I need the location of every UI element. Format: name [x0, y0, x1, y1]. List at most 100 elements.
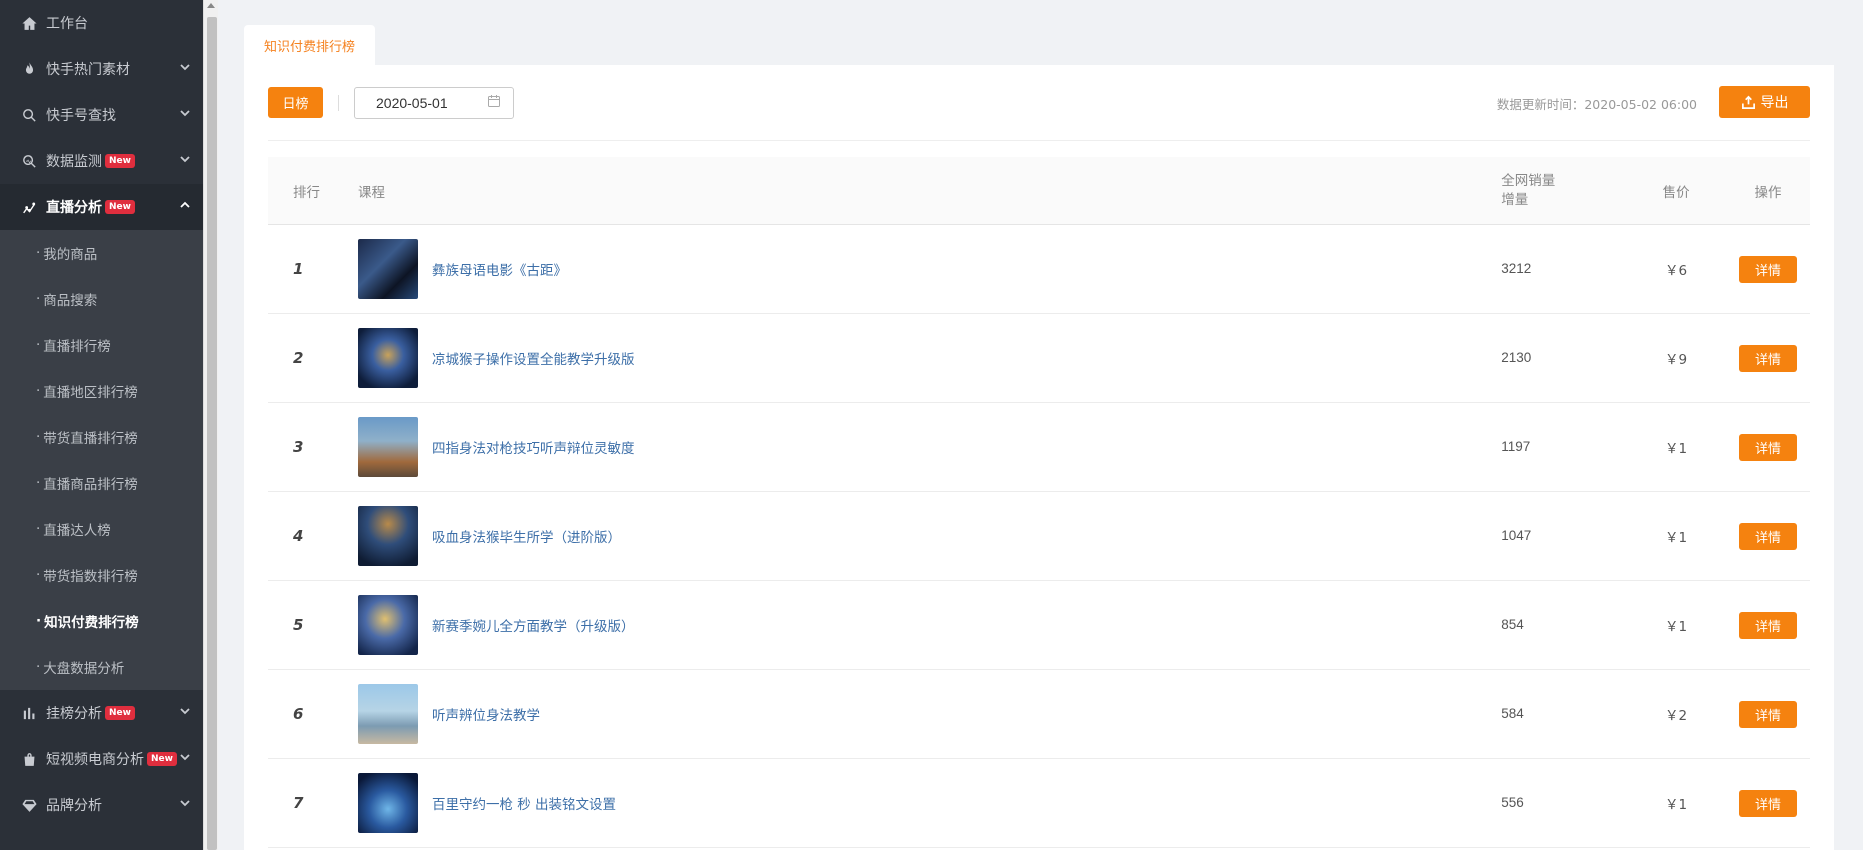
tab-bar: 知识付费排行榜	[244, 25, 1841, 65]
sub-item-region-ranking[interactable]: 直播地区排行榜	[0, 368, 203, 414]
sales-increment: 854	[1501, 617, 1524, 632]
tab-knowledge-paid-ranking[interactable]: 知识付费排行榜	[244, 25, 376, 65]
date-picker[interactable]: 2020-05-01	[354, 86, 514, 119]
detail-button[interactable]: 详情	[1739, 789, 1798, 817]
rank-number: 7	[293, 794, 304, 812]
daily-ranking-button[interactable]: 日榜	[268, 87, 323, 118]
chevron-down-icon	[179, 705, 191, 717]
course-title-link[interactable]: 四指身法对枪技巧听声辩位灵敏度	[432, 437, 635, 457]
calendar-icon	[487, 94, 501, 111]
new-badge: New	[105, 200, 135, 214]
course-thumbnail[interactable]	[357, 417, 418, 477]
diamond-icon	[20, 796, 38, 814]
detail-button[interactable]: 详情	[1739, 522, 1798, 550]
sidebar-item-label: 工作台	[46, 16, 88, 32]
course-title-link[interactable]: 彝族母语电影《古距》	[432, 259, 567, 279]
price: ￥9	[1665, 352, 1688, 368]
sales-increment: 2130	[1501, 350, 1532, 365]
new-badge: New	[105, 154, 135, 168]
course-title-link[interactable]: 新赛季婉儿全方面教学（升级版）	[432, 615, 635, 635]
header-sales: 全网销量 增量	[1501, 172, 1626, 210]
sub-item-influencer-ranking[interactable]: 直播达人榜	[0, 506, 203, 552]
rank-number: 3	[293, 438, 304, 456]
table-row: 2 凉城猴子操作设置全能教学升级版 2130 ￥9 详情	[268, 314, 1810, 403]
chevron-up-icon	[179, 199, 191, 211]
sidebar-item-account-search[interactable]: 快手号查找	[0, 92, 203, 138]
course-title-link[interactable]: 百里守约一枪 秒 出装铭文设置	[432, 793, 616, 813]
sidebar-item-data-monitor[interactable]: 数据监测 New	[0, 138, 203, 184]
course-thumbnail[interactable]	[357, 773, 418, 833]
sub-item-live-product-ranking[interactable]: 直播商品排行榜	[0, 460, 203, 506]
table-row: 7 百里守约一枪 秒 出装铭文设置 556 ￥1 详情	[268, 759, 1810, 848]
ranking-card: 日榜 2020-05-01 数据更新时间：2020-05-02 06:00 导出…	[244, 65, 1834, 850]
course-title-link[interactable]: 听声辨位身法教学	[432, 704, 540, 724]
sidebar-item-live-analysis[interactable]: 直播分析 New	[0, 184, 203, 230]
course-thumbnail[interactable]	[357, 239, 418, 299]
sidebar-item-brand-analysis[interactable]: 品牌分析	[0, 782, 203, 828]
sub-item-market-analysis[interactable]: 大盘数据分析	[0, 644, 203, 690]
header-sales-line1: 全网销量	[1501, 172, 1556, 189]
sidebar-item-label: 短视频电商分析	[46, 752, 144, 768]
table-row: 3 四指身法对枪技巧听声辩位灵敏度 1197 ￥1 详情	[268, 403, 1810, 492]
table-header: 排行 课程 全网销量 增量 售价 操作	[268, 157, 1810, 225]
sales-increment: 3212	[1501, 261, 1532, 276]
new-badge: New	[105, 706, 135, 720]
course-thumbnail[interactable]	[357, 595, 418, 655]
sub-item-sales-index-ranking[interactable]: 带货指数排行榜	[0, 552, 203, 598]
export-button[interactable]: 导出	[1719, 86, 1810, 118]
course-thumbnail[interactable]	[357, 506, 418, 566]
sub-item-live-ranking[interactable]: 直播排行榜	[0, 322, 203, 368]
toolbar: 日榜 2020-05-01 数据更新时间：2020-05-02 06:00 导出	[268, 65, 1810, 141]
sales-increment: 1197	[1501, 439, 1531, 454]
detail-button[interactable]: 详情	[1739, 255, 1798, 283]
header-course: 课程	[357, 184, 385, 201]
sidebar: 工作台 快手热门素材 快手号查找 数据监测 New 直播分析 New 我的商品 …	[0, 0, 203, 850]
detail-button[interactable]: 详情	[1739, 700, 1798, 728]
course-thumbnail[interactable]	[357, 328, 418, 388]
header-price: 售价	[1662, 184, 1690, 201]
price: ￥1	[1665, 797, 1688, 813]
sidebar-item-hot-material[interactable]: 快手热门素材	[0, 46, 203, 92]
chevron-down-icon	[179, 797, 191, 809]
bar-chart-icon	[20, 704, 38, 722]
fire-icon	[20, 60, 38, 78]
scrollbar-thumb[interactable]	[207, 17, 217, 850]
sidebar-item-label: 品牌分析	[46, 798, 102, 814]
header-operation: 操作	[1754, 184, 1782, 201]
live-analysis-submenu: 我的商品 商品搜索 直播排行榜 直播地区排行榜 带货直播排行榜 直播商品排行榜 …	[0, 230, 203, 690]
rank-number: 6	[293, 705, 304, 723]
detail-button[interactable]: 详情	[1739, 611, 1798, 639]
search-icon	[20, 106, 38, 124]
main-content: 知识付费排行榜 日榜 2020-05-01 数据更新时间：2020-05-02 …	[244, 25, 1841, 850]
sub-item-sales-live-ranking[interactable]: 带货直播排行榜	[0, 414, 203, 460]
sub-item-my-products[interactable]: 我的商品	[0, 230, 203, 276]
detail-button[interactable]: 详情	[1739, 344, 1798, 372]
course-title-link[interactable]: 吸血身法猴毕生所学（进阶版）	[432, 526, 621, 546]
scroll-up-arrow-icon[interactable]	[207, 3, 215, 8]
ranking-table: 排行 课程 全网销量 增量 售价 操作 1 彝族母语电影《古距》 3212 ￥6…	[268, 157, 1810, 848]
rank-number: 4	[293, 527, 304, 545]
header-sales-line2: 增量	[1501, 191, 1529, 208]
sidebar-item-workbench[interactable]: 工作台	[0, 0, 203, 46]
detail-button[interactable]: 详情	[1739, 433, 1798, 461]
sub-item-knowledge-paid-ranking[interactable]: 知识付费排行榜	[0, 598, 203, 644]
rank-number: 1	[293, 260, 304, 278]
sidebar-item-short-video-ecommerce[interactable]: 短视频电商分析 New	[0, 736, 203, 782]
table-row: 6 听声辨位身法教学 584 ￥2 详情	[268, 670, 1810, 759]
sub-item-product-search[interactable]: 商品搜索	[0, 276, 203, 322]
chevron-down-icon	[179, 153, 191, 165]
course-title-link[interactable]: 凉城猴子操作设置全能教学升级版	[432, 348, 635, 368]
course-thumbnail[interactable]	[357, 684, 418, 744]
sidebar-item-label: 快手热门素材	[46, 62, 130, 78]
sales-increment: 1047	[1501, 528, 1532, 543]
rank-number: 2	[293, 349, 304, 367]
price: ￥2	[1665, 708, 1688, 724]
sidebar-scrollbar[interactable]	[203, 0, 218, 850]
sales-increment: 584	[1501, 706, 1524, 721]
sidebar-item-label: 快手号查找	[46, 108, 116, 124]
sidebar-item-ranking-analysis[interactable]: 挂榜分析 New	[0, 690, 203, 736]
shopping-bag-icon	[20, 750, 38, 768]
table-row: 5 新赛季婉儿全方面教学（升级版） 854 ￥1 详情	[268, 581, 1810, 670]
price: ￥1	[1665, 619, 1688, 635]
table-row: 1 彝族母语电影《古距》 3212 ￥6 详情	[268, 225, 1810, 314]
